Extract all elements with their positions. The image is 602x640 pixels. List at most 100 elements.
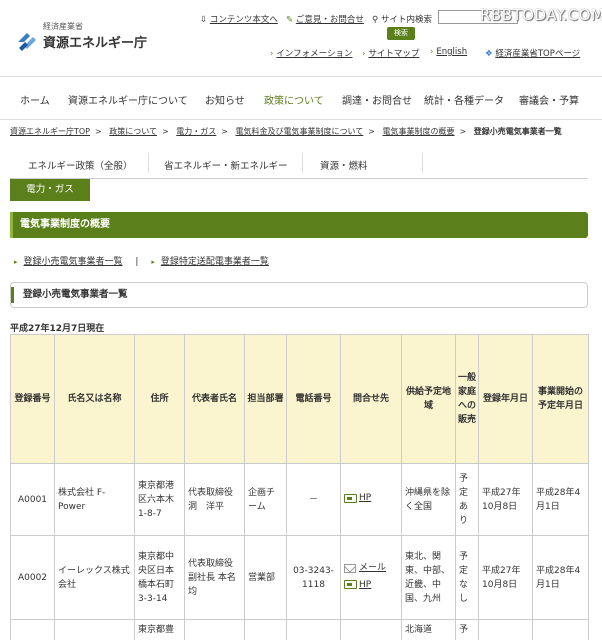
table-row: A0001 株式会社 F-Power 東京都港区六本木1-8-7 代表取締役 洞… (10, 463, 589, 536)
column-header: 代表者氏名 (184, 334, 245, 464)
column-header: 担当部署 (244, 334, 287, 464)
table-row: 東京都豊 北海道 予 (10, 619, 589, 640)
category-tabs: エネルギー政策（全般） 省エネルギー・新エネルギー 資源・燃料 (10, 149, 588, 179)
triangle-right-icon: ▸ (14, 258, 18, 266)
site-logo[interactable]: 経済産業省 資源エネルギー庁 (16, 22, 148, 52)
site-search-label: ⚲ サイト内検索 (372, 13, 432, 25)
site-search-text: サイト内検索 (380, 15, 432, 25)
feedback-label[interactable]: ご意見・お問合せ (296, 15, 364, 25)
cell-registered: 平成27年10月8日 (478, 535, 533, 620)
column-header: 氏名又は名称 (54, 334, 135, 464)
hp-link[interactable]: HP (344, 578, 371, 592)
cell-phone: 03-3243-1118 (286, 535, 341, 620)
breadcrumb-item[interactable]: 電力・ガス (176, 127, 216, 136)
nav-news[interactable]: お知らせ (205, 92, 245, 107)
triangle-right-icon: ▸ (151, 258, 155, 266)
cell-contact (340, 619, 402, 640)
cell-area: 沖縄県を除く全国 (401, 463, 456, 536)
site-header: 経済産業省 資源エネルギー庁 ⇩ コンテンツ本文へ ✎ ご意見・お問合せ ⚲ サ… (0, 0, 602, 70)
registry-table: 登録番号 氏名又は名称 住所 代表者氏名 担当部署 電話番号 問合せ先 供給予定… (10, 334, 589, 640)
breadcrumb-current: 登録小売電気事業者一覧 (473, 127, 562, 136)
cell-id: A0001 (10, 463, 55, 536)
skip-to-content-link[interactable]: ⇩ コンテンツ本文へ (200, 13, 278, 25)
cell-department: 営業部 (244, 535, 287, 620)
tab-divider (302, 153, 303, 173)
cell-department: 企画チーム (244, 463, 287, 536)
cell-area: 北海道 (401, 619, 456, 640)
nav-home[interactable]: ホーム (20, 92, 50, 107)
chevron-right-icon: › (270, 49, 274, 59)
mail-label: メール (359, 563, 387, 573)
column-header: 供給予定地域 (401, 334, 456, 464)
column-header: 登録年月日 (478, 334, 533, 464)
as-of-date: 平成27年12月7日現在 (10, 324, 105, 334)
nav-procurement[interactable]: 調達・お問合せ (342, 92, 412, 107)
tab-electricity-gas[interactable]: 電力・ガス (10, 179, 90, 201)
search-button[interactable]: 検索 (387, 27, 415, 40)
tab-resources-fuel[interactable]: 資源・燃料 (320, 158, 368, 172)
cell-address: 東京都豊 (134, 619, 185, 640)
cell-id (10, 619, 55, 640)
cell-area: 東北、関東、中部、近畿、中国、九州 (401, 535, 456, 620)
download-arrow-icon: ⇩ (200, 15, 208, 25)
breadcrumb-separator: > (221, 127, 228, 136)
cell-id: A0002 (10, 535, 55, 620)
sitemap-label[interactable]: サイトマップ (368, 49, 419, 59)
cell-phone: － (286, 463, 341, 536)
cell-phone (286, 619, 341, 640)
search-icon: ⚲ (372, 15, 379, 25)
sitemap-link[interactable]: › サイトマップ (362, 47, 419, 59)
english-label[interactable]: English (436, 47, 467, 57)
subsection-title: 登録小売電気事業者一覧 (10, 282, 588, 308)
chevron-right-icon: › (362, 49, 366, 59)
breadcrumb-item[interactable]: 電気料金及び電気事業制度について (236, 127, 364, 136)
column-header: 一般家庭への販売 (455, 334, 479, 464)
tab-energy-saving[interactable]: 省エネルギー・新エネルギー (164, 158, 288, 172)
nav-council-budget[interactable]: 審議会・予算 (519, 92, 579, 107)
column-header: 問合せ先 (340, 334, 402, 464)
cell-start: 平成28年4月1日 (532, 463, 589, 536)
skip-to-content-label[interactable]: コンテンツ本文へ (210, 15, 278, 25)
breadcrumb: 資源エネルギー庁TOP > 政策について > 電力・ガス > 電気料金及び電気事業制度… (10, 126, 562, 137)
watermark: RBBTODAY.COM (480, 6, 602, 24)
breadcrumb-item[interactable]: 電気事業制度の概要 (383, 127, 455, 136)
information-link[interactable]: › インフォメーション (270, 47, 352, 59)
cell-start: 平成28年4月1日 (532, 535, 589, 620)
tab-divider (422, 153, 423, 173)
cell-household: 予定あり (455, 463, 479, 536)
column-header: 登録番号 (10, 334, 55, 464)
feedback-link[interactable]: ✎ ご意見・お問合せ (286, 13, 364, 25)
meti-top-label[interactable]: 経済産業省TOPページ (495, 49, 580, 59)
column-header: 事業開始の予定年月日 (532, 334, 589, 464)
hp-link[interactable]: HP (344, 491, 371, 505)
nav-policy[interactable]: 政策について (264, 92, 324, 107)
english-link[interactable]: › English (430, 47, 467, 57)
global-nav: ホーム 資源エネルギー庁について お知らせ 政策について 調達・お問合せ 統計・… (0, 76, 602, 120)
envelope-icon (344, 563, 356, 573)
agency-logo-icon (18, 33, 36, 51)
cell-registered: 平成27年10月8日 (478, 463, 533, 536)
website-icon (344, 580, 357, 589)
retail-registry-link[interactable]: 登録小売電気事業者一覧 (24, 257, 123, 267)
nav-statistics[interactable]: 統計・各種データ (424, 92, 504, 107)
breadcrumb-item[interactable]: 資源エネルギー庁TOP (10, 127, 90, 136)
link-separator: | (135, 257, 139, 267)
cell-name: 株式会社 F-Power (54, 463, 135, 536)
pencil-icon: ✎ (286, 15, 294, 25)
meti-top-link[interactable]: ❖ 経済産業省TOPページ (485, 47, 580, 59)
information-label[interactable]: インフォメーション (276, 49, 352, 59)
cell-representative: 代表取締役 洞 洋平 (184, 463, 245, 536)
cell-representative (184, 619, 245, 640)
cell-household: 予 (455, 619, 479, 640)
chevron-right-icon: › (430, 47, 434, 57)
transmission-registry-link[interactable]: 登録特定送配電事業者一覧 (161, 257, 269, 267)
breadcrumb-item[interactable]: 政策について (109, 127, 157, 136)
cell-registered (478, 619, 533, 640)
mail-link[interactable]: メール (344, 561, 386, 575)
section-title: 電気事業制度の概要 (10, 212, 588, 238)
agency-name: 資源エネルギー庁 (43, 35, 148, 51)
tab-energy-policy[interactable]: エネルギー政策（全般） (28, 158, 133, 172)
meti-logo-icon: ❖ (485, 49, 493, 59)
nav-about-agency[interactable]: 資源エネルギー庁について (68, 92, 188, 107)
cell-address: 東京都港区六本木1-8-7 (134, 463, 185, 536)
